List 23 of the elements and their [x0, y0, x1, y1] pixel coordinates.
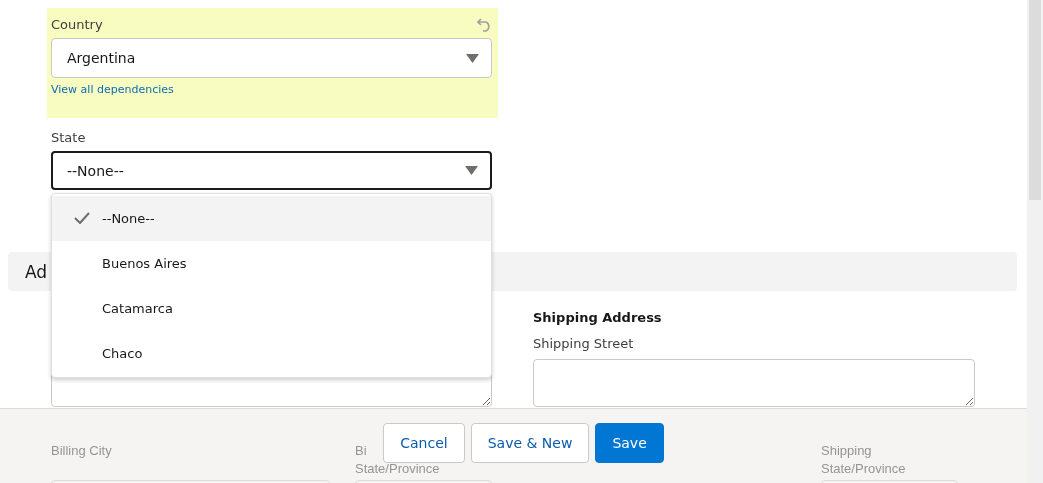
caret-down-icon — [466, 53, 479, 63]
shipping-street-field[interactable] — [533, 359, 975, 407]
field-label: State/Province — [355, 460, 440, 478]
check-icon — [74, 212, 90, 224]
field-label: Billing City — [51, 442, 112, 460]
field-label: State/Province — [821, 460, 906, 478]
country-select[interactable]: Argentina — [51, 38, 492, 78]
footer-button[interactable]: Save & New — [470, 423, 590, 463]
dependencies-link[interactable]: View all dependencies — [51, 83, 174, 96]
undo-icon[interactable] — [477, 16, 493, 32]
dropdown-option[interactable]: --None-- — [52, 196, 491, 241]
field-label: State — [51, 130, 86, 145]
field-label: Shipping Street — [533, 336, 635, 353]
save-button[interactable]: Save — [595, 423, 664, 463]
field-label: Bi — [355, 442, 367, 460]
field-label: Country — [51, 16, 103, 32]
state-select[interactable]: --None-- — [51, 151, 492, 190]
field-label: Shipping — [821, 442, 872, 460]
scrollbar[interactable] — [1027, 0, 1043, 483]
caret-down-icon — [465, 166, 478, 175]
dropdown-option[interactable]: Chaco — [52, 331, 491, 376]
section-heading: Shipping Address — [533, 310, 663, 327]
footer-button[interactable]: Cancel — [383, 423, 465, 463]
